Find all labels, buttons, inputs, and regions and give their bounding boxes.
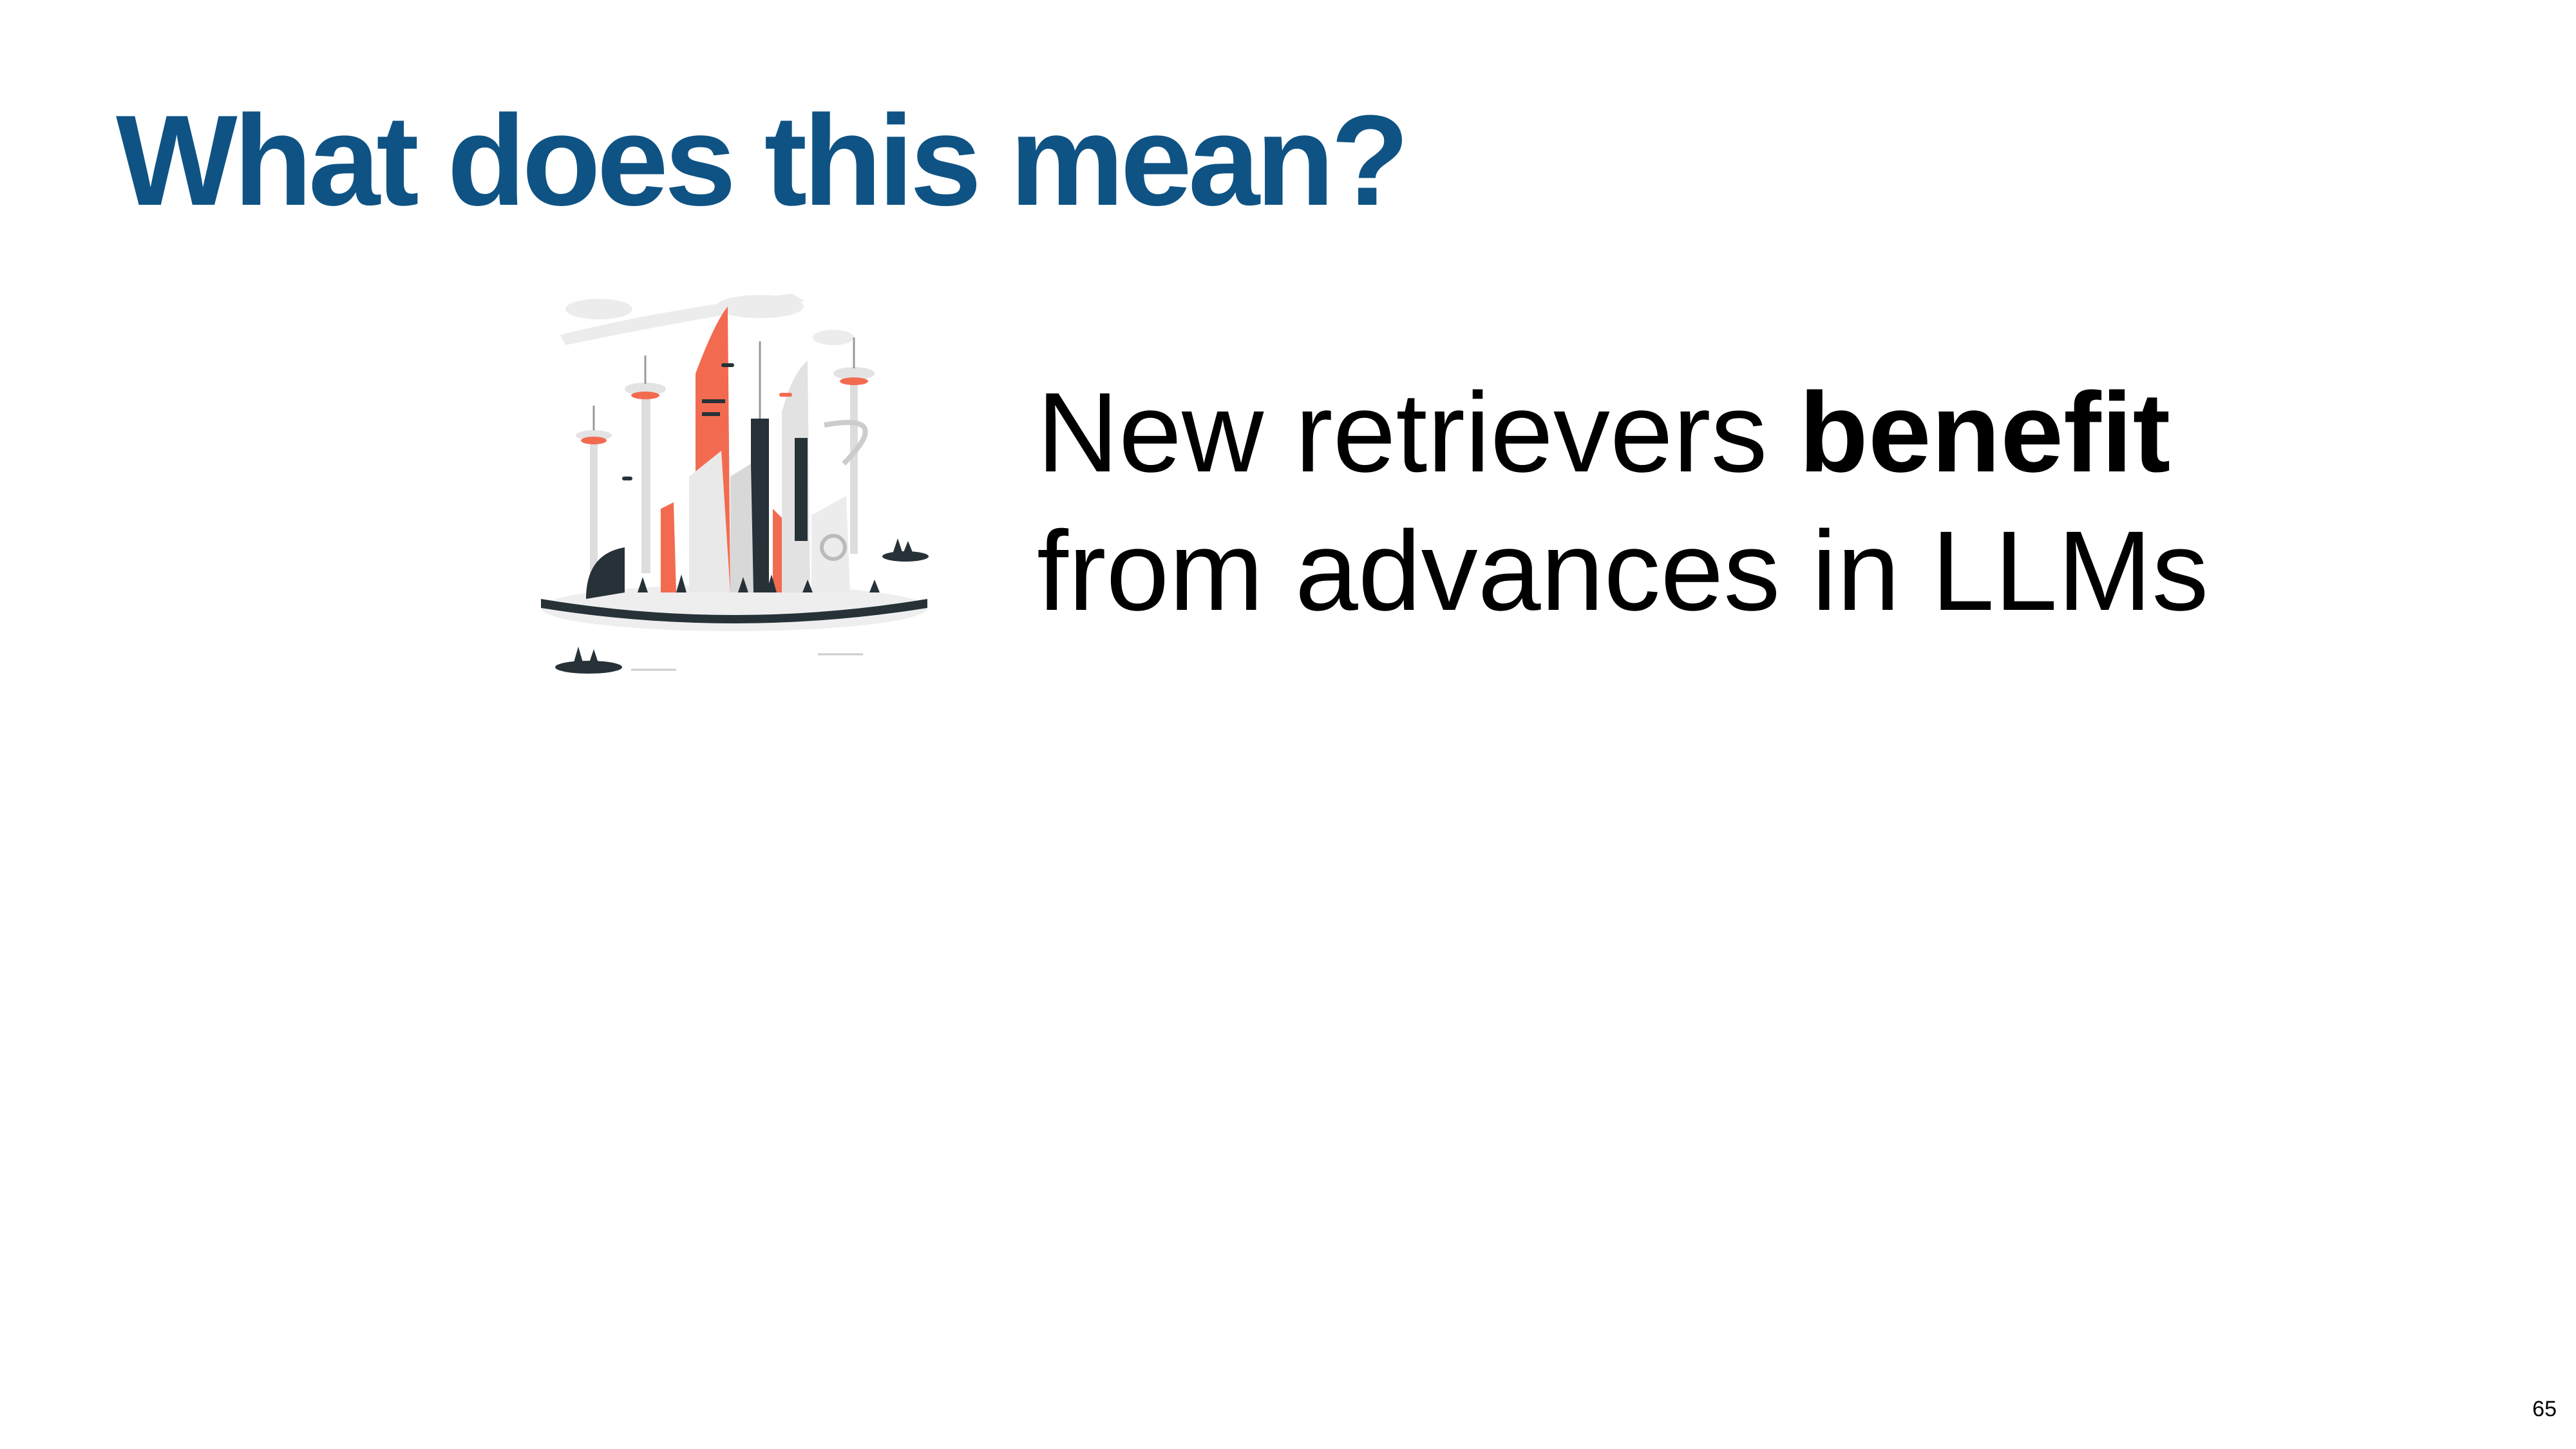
slide-title: What does this mean? [116, 89, 1409, 232]
emphasis-benefit: benefit [1799, 370, 2171, 496]
city-graphic [541, 294, 929, 674]
antenna-tower-left [576, 406, 612, 580]
page-number: 65 [2532, 1397, 2557, 1421]
cloud-shapes [560, 294, 854, 345]
futuristic-city-illustration [509, 270, 998, 708]
key-message: New retrievers benefit from advances in … [1037, 364, 2208, 641]
key-message-line-2: from advances in LLMs [1037, 508, 2209, 634]
antenna-tower-mid [625, 355, 666, 573]
key-message-line-1: New retrievers benefit [1037, 370, 2171, 496]
